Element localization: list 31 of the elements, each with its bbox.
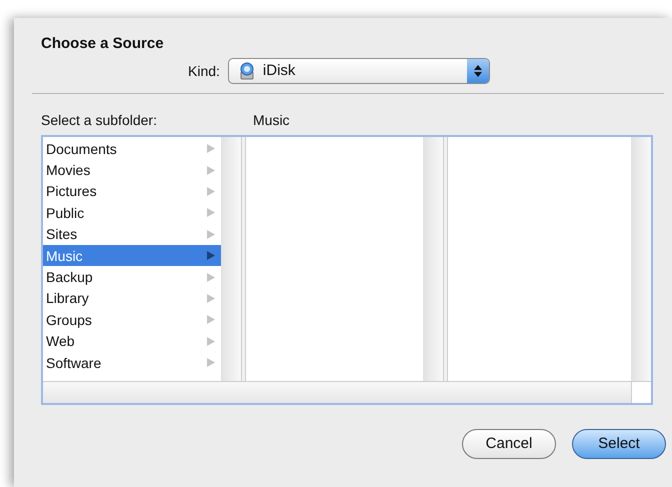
folder-row[interactable]: Web [43,330,221,352]
disclosure-arrow-icon [207,251,215,260]
disclosure-arrow-icon [207,166,215,175]
folder-row[interactable]: Groups [43,309,221,331]
disk-icon [238,62,255,80]
folder-row[interactable]: Software [43,352,221,374]
disclosure-arrow-icon [207,144,215,154]
path-label: Music [253,111,290,130]
folder-row[interactable]: Sites [43,224,221,245]
folder-row[interactable]: Music [43,244,221,266]
disclosure-arrow-icon [207,186,215,196]
folder-row[interactable]: Pictures [43,180,221,202]
folder-row[interactable]: Backup [43,266,221,288]
disclosure-arrow-icon [207,358,215,368]
folder-row[interactable]: Movies [43,159,221,181]
dialog-button[interactable]: Select [572,429,666,459]
folder-row[interactable]: Public [43,202,221,224]
stepper-icon [466,59,489,83]
folder-row[interactable]: Library [43,288,221,310]
dialog-button[interactable]: Cancel [462,429,556,459]
subfolder-label: Select a subfolder: [41,111,158,130]
disclosure-arrow-icon [207,315,215,324]
disclosure-arrow-icon [207,230,215,239]
disclosure-arrow-icon [207,208,215,218]
disclosure-arrow-icon [207,294,215,303]
disclosure-arrow-icon [207,336,215,346]
sheet-title: Choose a Source [41,34,165,54]
disclosure-arrow-icon [207,272,215,282]
folder-row[interactable]: Documents [43,138,221,160]
kind-popup-button[interactable]: iDisk [228,58,490,84]
kind-label: Kind: [188,62,220,80]
